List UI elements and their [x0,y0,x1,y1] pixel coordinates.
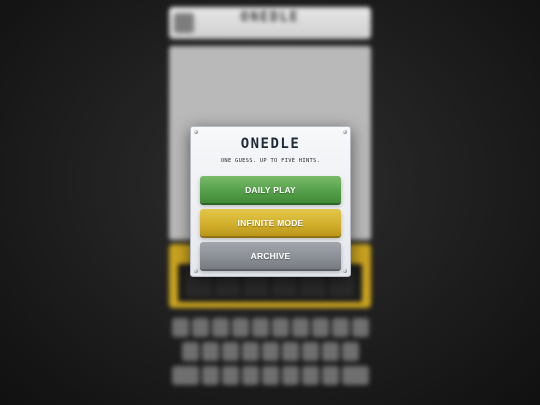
keyboard-key [231,318,249,337]
on-screen-keyboard [166,318,374,390]
keyboard-key [351,318,369,337]
keyboard-key [341,366,369,385]
keyboard-key [261,366,279,385]
game-header-title: ONEDLE [240,10,300,25]
game-header: ONEDLE [169,7,371,39]
infinite-mode-button[interactable]: INFINITE MODE [200,209,341,236]
keyboard-row [166,366,374,385]
daily-play-button[interactable]: DAILY PLAY [200,176,341,203]
screw-icon [194,130,198,134]
keyboard-key [281,342,299,361]
mode-select-modal: ONEDLE ONE GUESS. UP TO FIVE HINTS. DAIL… [190,126,351,277]
keyboard-row [166,342,374,361]
screw-icon [194,269,198,273]
keyboard-key [241,342,259,361]
keyboard-key [191,318,209,337]
keyboard-key [301,366,319,385]
modal-tagline: ONE GUESS. UP TO FIVE HINTS. [220,158,321,164]
keyboard-key [251,318,269,337]
keyboard-key [221,342,239,361]
keyboard-key [241,366,259,385]
keyboard-key [271,318,289,337]
keyboard-key [201,342,219,361]
keyboard-key [201,366,219,385]
keyboard-key [281,366,299,385]
keyboard-key [321,366,339,385]
screw-icon [343,130,347,134]
keyboard-key [331,318,349,337]
keyboard-row [166,318,374,337]
keyboard-key [311,318,329,337]
keyboard-key [341,342,359,361]
keyboard-key [291,318,309,337]
screw-icon [343,269,347,273]
keyboard-key [171,366,199,385]
keyboard-key [211,318,229,337]
archive-button[interactable]: ARCHIVE [200,242,341,269]
keyboard-key [221,366,239,385]
keyboard-key [301,342,319,361]
keyboard-key [181,342,199,361]
modal-title: ONEDLE [240,136,301,152]
keyboard-key [261,342,279,361]
keyboard-key [171,318,189,337]
keyboard-key [321,342,339,361]
